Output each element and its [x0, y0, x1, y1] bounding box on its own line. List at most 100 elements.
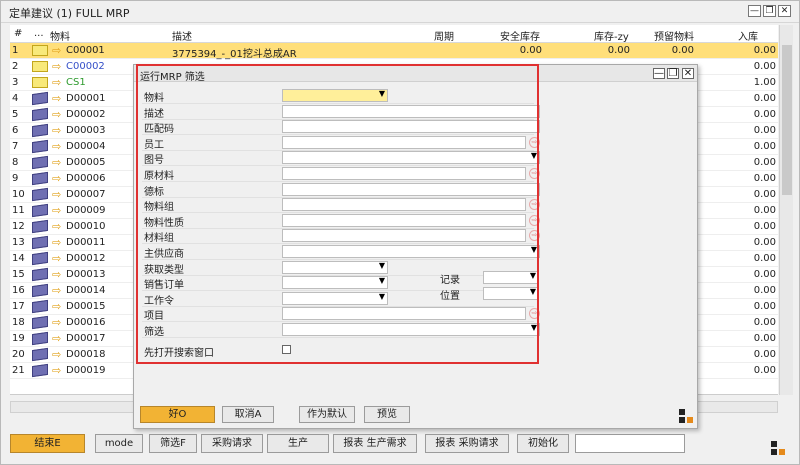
report-purchase-button[interactable]: 报表 采购请求 — [425, 434, 509, 453]
table-row[interactable]: 1 ⇨ C00001 3775394_-_01挖斗总成AR 0.00 0.00 0.00 0.… — [10, 43, 778, 60]
item-code[interactable]: D00011 — [66, 237, 106, 248]
item-code[interactable]: D00012 — [66, 253, 106, 264]
col-period[interactable]: 周期 — [434, 28, 454, 43]
scroll-thumb[interactable] — [782, 45, 792, 195]
field-input[interactable]: ▼ — [282, 260, 388, 274]
field-input[interactable] — [282, 167, 526, 180]
col-dots[interactable]: ... — [34, 28, 44, 39]
init-button[interactable]: 初始化 — [517, 434, 569, 453]
link-arrow-icon[interactable]: ⇨ — [52, 140, 61, 153]
preview-button[interactable]: 预览 — [364, 406, 410, 423]
mode-button[interactable]: mode — [95, 434, 143, 453]
link-icon[interactable]: ⇨ — [529, 136, 540, 148]
dialog-close-button[interactable]: ✕ — [682, 68, 694, 79]
link-arrow-icon[interactable]: ⇨ — [52, 284, 61, 297]
restore-button[interactable]: ❐ — [763, 5, 776, 17]
field-input[interactable] — [282, 213, 526, 227]
field-input[interactable]: ▼ — [282, 291, 388, 305]
close-button[interactable]: ✕ — [778, 5, 791, 17]
toolbar-input[interactable] — [575, 434, 685, 453]
item-code[interactable]: D00003 — [66, 125, 106, 136]
window-titlebar: 定单建议 (1) FULL MRP — ❐ ✕ — [1, 1, 799, 23]
col-description[interactable]: 描述 — [172, 28, 192, 43]
item-code[interactable]: CS1 — [66, 77, 86, 88]
item-code[interactable]: D00019 — [66, 365, 106, 376]
item-code[interactable]: D00002 — [66, 109, 106, 120]
link-arrow-icon[interactable]: ⇨ — [52, 76, 61, 89]
link-arrow-icon[interactable]: ⇨ — [52, 124, 61, 137]
item-code[interactable]: D00001 — [66, 93, 106, 104]
item-code[interactable]: D00007 — [66, 189, 106, 200]
item-code[interactable]: D00016 — [66, 317, 106, 328]
item-code[interactable]: D00004 — [66, 141, 106, 152]
dialog-restore-button[interactable]: ❐ — [667, 68, 679, 79]
link-icon[interactable]: ⇨ — [529, 199, 540, 211]
field-input[interactable]: ▼ — [282, 245, 540, 258]
item-code[interactable]: D00006 — [66, 173, 106, 184]
field-input[interactable] — [282, 198, 526, 212]
item-code[interactable]: D00017 — [66, 333, 106, 344]
item-code[interactable]: D00013 — [66, 269, 106, 280]
dialog-minimize-button[interactable]: — — [653, 68, 665, 79]
item-code[interactable]: D00010 — [66, 221, 106, 232]
link-icon[interactable]: ⇨ — [529, 230, 540, 242]
ok-button[interactable]: 好O — [140, 406, 215, 423]
open-search-checkbox[interactable] — [282, 345, 291, 354]
item-code[interactable]: D00009 — [66, 205, 106, 216]
item-code[interactable]: D00015 — [66, 301, 106, 312]
inbound-value: 0.00 — [753, 173, 776, 184]
field-input[interactable]: ▼ — [282, 151, 540, 165]
link-arrow-icon[interactable]: ⇨ — [52, 220, 61, 233]
link-arrow-icon[interactable]: ⇨ — [52, 300, 61, 313]
col-safety-stock[interactable]: 安全库存 — [500, 28, 540, 43]
field-input[interactable] — [282, 182, 540, 196]
link-arrow-icon[interactable]: ⇨ — [52, 316, 61, 329]
minimize-button[interactable]: — — [748, 5, 761, 17]
link-arrow-icon[interactable]: ⇨ — [52, 156, 61, 169]
position-select[interactable]: ▼ — [483, 287, 539, 300]
link-arrow-icon[interactable]: ⇨ — [52, 92, 61, 105]
field-input[interactable]: ▼ — [282, 276, 388, 290]
link-arrow-icon[interactable]: ⇨ — [52, 204, 61, 217]
col-stock-zy[interactable]: 库存-zy — [594, 28, 629, 43]
col-num[interactable]: # — [14, 28, 22, 39]
production-button[interactable]: 生产 — [267, 434, 329, 453]
link-icon[interactable]: ⇨ — [529, 214, 540, 226]
col-inbound[interactable]: 入库 — [738, 28, 758, 43]
col-item[interactable]: 物料 — [50, 28, 70, 43]
link-arrow-icon[interactable]: ⇨ — [52, 364, 61, 377]
link-arrow-icon[interactable]: ⇨ — [52, 188, 61, 201]
link-arrow-icon[interactable]: ⇨ — [52, 332, 61, 345]
link-arrow-icon[interactable]: ⇨ — [52, 236, 61, 249]
filter-button[interactable]: 筛选F — [149, 434, 197, 453]
link-arrow-icon[interactable]: ⇨ — [52, 268, 61, 281]
item-code[interactable]: C00001 — [66, 45, 105, 56]
item-code[interactable]: D00005 — [66, 157, 106, 168]
link-arrow-icon[interactable]: ⇨ — [52, 172, 61, 185]
purchase-request-button[interactable]: 采购请求 — [201, 434, 263, 453]
record-select[interactable]: ▼ — [483, 271, 539, 284]
item-code[interactable]: D00018 — [66, 349, 106, 360]
default-button[interactable]: 作为默认 — [299, 406, 355, 423]
field-input[interactable] — [282, 104, 540, 118]
field-input[interactable] — [282, 135, 526, 149]
report-production-button[interactable]: 报表 生产需求 — [333, 434, 417, 453]
link-arrow-icon[interactable]: ⇨ — [52, 60, 61, 73]
end-button[interactable]: 结束E — [10, 434, 85, 453]
cancel-button[interactable]: 取消A — [222, 406, 274, 423]
field-input[interactable]: ▼ — [282, 89, 388, 102]
link-arrow-icon[interactable]: ⇨ — [52, 252, 61, 265]
col-reserved[interactable]: 预留物料 — [654, 28, 694, 43]
link-arrow-icon[interactable]: ⇨ — [52, 44, 61, 57]
item-code[interactable]: D00014 — [66, 285, 106, 296]
link-arrow-icon[interactable]: ⇨ — [52, 108, 61, 121]
field-input[interactable] — [282, 229, 526, 243]
vertical-scrollbar[interactable] — [779, 25, 793, 395]
field-input[interactable] — [282, 307, 526, 321]
link-icon[interactable]: ⇨ — [529, 308, 540, 320]
link-icon[interactable]: ⇨ — [529, 168, 540, 179]
field-input[interactable] — [282, 120, 540, 134]
link-arrow-icon[interactable]: ⇨ — [52, 348, 61, 361]
field-input[interactable]: ▼ — [282, 323, 540, 336]
item-code[interactable]: C00002 — [66, 61, 105, 72]
